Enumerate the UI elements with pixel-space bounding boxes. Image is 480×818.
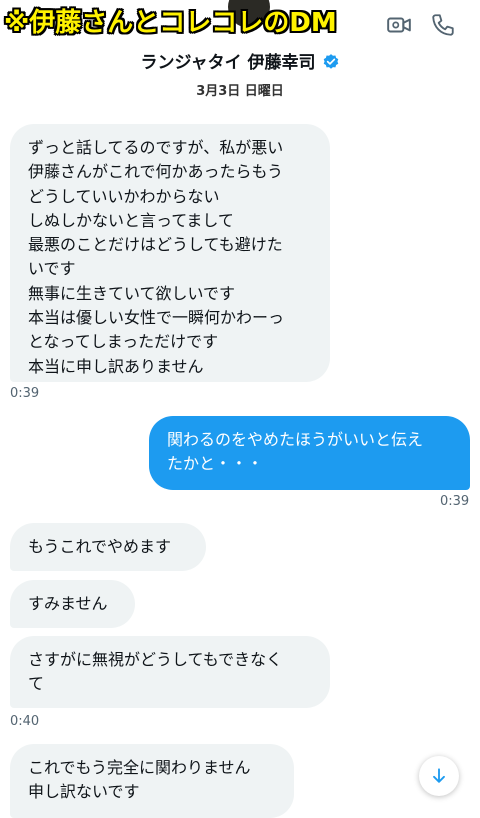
message-line: どうしていいかわからない	[28, 186, 220, 206]
message-line: 本当に申し訳ありません	[28, 356, 204, 376]
message-line: 無事に生きていて欲しいです	[28, 283, 236, 303]
phone-call-icon[interactable]	[430, 12, 456, 38]
received-message-bubble[interactable]: これでもう完全に関わりません 申し訳ないです	[10, 744, 294, 818]
message-line: いです	[28, 259, 76, 279]
message-line: 本当は優しい女性で一瞬何かわーっ	[28, 308, 285, 328]
message-line: 関わるのをやめたほうがいいと伝え	[167, 430, 424, 449]
contact-name-text: ランジャタイ 伊藤幸司	[140, 53, 316, 73]
verified-badge-icon	[323, 54, 338, 69]
message-line: しぬしかないと言ってまして	[28, 210, 234, 230]
conversation-date: 3月3日 日曜日	[196, 84, 284, 99]
message-timestamp: 0:39	[10, 386, 40, 401]
received-message-bubble[interactable]: すみません	[10, 580, 135, 628]
message-timestamp: 0:39	[440, 494, 470, 509]
message-line: 最悪のことだけはどうしても避けた	[28, 235, 283, 255]
message-timestamp: 0:40	[10, 714, 40, 729]
received-message-bubble[interactable]: ずっと話してるのですが、私が悪い 伊藤さんがこれで何かあったらもう どうしていい…	[10, 124, 330, 382]
message-line: 申し訳ないです	[28, 782, 140, 802]
received-message-bubble[interactable]: もうこれでやめます	[10, 523, 206, 571]
video-call-icon[interactable]	[386, 12, 412, 38]
message-line: もうこれでやめます	[28, 537, 172, 556]
message-line: となってしまっただけです	[28, 332, 219, 352]
message-line: さすがに無視がどうしてもできなく	[28, 650, 283, 669]
message-line: て	[28, 674, 45, 694]
message-line: 伊藤さんがこれで何かあったらもう	[28, 162, 284, 182]
message-line: たかと・・・	[167, 454, 264, 474]
message-line: これでもう完全に関わりません	[28, 758, 251, 777]
message-line: ずっと話してるのですが、私が悪い	[28, 138, 284, 157]
received-message-bubble[interactable]: さすがに無視がどうしてもできなく て	[10, 636, 330, 708]
overlay-caption: ※伊藤さんとコレコレのDM	[4, 8, 337, 38]
contact-name[interactable]: ランジャタイ 伊藤幸司	[0, 48, 480, 73]
sent-message-bubble[interactable]: 関わるのをやめたほうがいいと伝え たかと・・・	[149, 416, 470, 490]
message-line: すみません	[28, 594, 108, 613]
scroll-to-bottom-button[interactable]	[419, 756, 459, 796]
arrow-down-icon	[433, 768, 445, 783]
